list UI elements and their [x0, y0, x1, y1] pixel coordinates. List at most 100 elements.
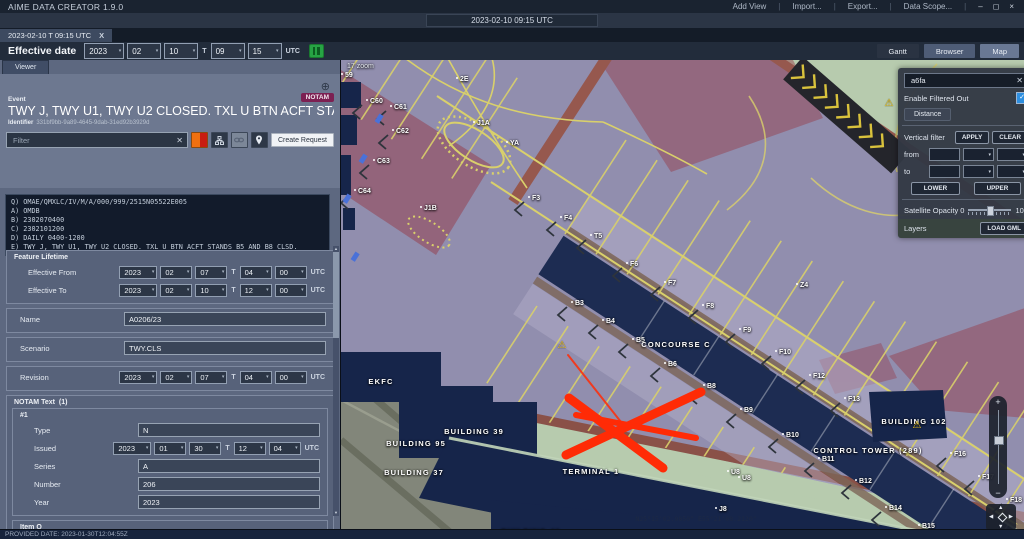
- year-select[interactable]: 2023▾: [119, 371, 157, 384]
- pan-left-icon[interactable]: ◀: [989, 514, 993, 520]
- year-select[interactable]: 2023▾: [119, 284, 157, 297]
- pan-center-icon[interactable]: [997, 512, 1007, 522]
- scenario-input[interactable]: TWY.CLS: [124, 341, 326, 355]
- series-input[interactable]: A: [138, 459, 320, 473]
- map-pan-control[interactable]: ▲ ▼ ◀ ▶: [986, 504, 1016, 530]
- browser-button[interactable]: Browser: [924, 44, 976, 58]
- to-ref-select[interactable]: ▾: [997, 165, 1024, 178]
- dropdown-arrow-icon: ▾: [146, 445, 149, 451]
- map-zoom-control[interactable]: + −: [989, 396, 1007, 498]
- day-select[interactable]: 30▾: [189, 442, 221, 455]
- load-gml-button[interactable]: LOAD GML: [980, 222, 1024, 235]
- type-input[interactable]: N: [138, 423, 320, 437]
- map-button[interactable]: Map: [980, 44, 1019, 58]
- minute-select[interactable]: 00▾: [275, 266, 307, 279]
- pause-button[interactable]: [309, 44, 324, 58]
- day-select[interactable]: 07▾: [195, 266, 227, 279]
- map-label: F16: [950, 451, 966, 458]
- hierarchy-icon[interactable]: [211, 132, 228, 148]
- year-select[interactable]: 2023▾: [113, 442, 151, 455]
- close-icon[interactable]: ×: [1009, 2, 1014, 11]
- effective-from-controls: 2023▾02▾07▾T04▾00▾UTC: [119, 266, 326, 279]
- to-unit-select[interactable]: ▾: [963, 165, 994, 178]
- minute-select[interactable]: 15▾: [248, 43, 282, 59]
- map-label: Z4: [796, 282, 808, 289]
- from-unit-select[interactable]: ▾: [963, 148, 994, 161]
- location-pin-icon[interactable]: [251, 132, 268, 148]
- scroll-down-icon[interactable]: ▼: [333, 510, 339, 516]
- map-label: BUILDING 39: [444, 428, 504, 436]
- month-select[interactable]: 02▾: [160, 266, 192, 279]
- day-select[interactable]: 10▾: [164, 43, 198, 59]
- gantt-button[interactable]: Gantt: [877, 44, 919, 58]
- hour-select[interactable]: 04▾: [240, 266, 272, 279]
- from-ref-select[interactable]: ▾: [997, 148, 1024, 161]
- name-input[interactable]: A0206/23: [124, 312, 326, 326]
- year-input[interactable]: 2023: [138, 495, 320, 509]
- minute-select[interactable]: 04▾: [269, 442, 301, 455]
- create-request-button[interactable]: Create Request: [271, 133, 334, 147]
- month-select[interactable]: 02▾: [160, 371, 192, 384]
- minute-select[interactable]: 00▾: [275, 284, 307, 297]
- day-select[interactable]: 10▾: [195, 284, 227, 297]
- opacity-max-label: 100: [1015, 206, 1024, 215]
- event-card: ⊕ Event NOTAM TWY J, TWY U1, TWY U2 CLOS…: [0, 74, 340, 188]
- map-label: B12: [855, 478, 872, 485]
- satellite-opacity-slider[interactable]: [968, 205, 1011, 215]
- effective-to-controls: 2023▾02▾10▾T12▾00▾UTC: [119, 284, 326, 297]
- filter-clear-icon[interactable]: ✕: [176, 136, 183, 145]
- collapse-circle-icon[interactable]: ⊕: [321, 80, 330, 93]
- severity-flag-icon[interactable]: [191, 132, 208, 148]
- year-select[interactable]: 2023▾: [119, 266, 157, 279]
- hour-select[interactable]: 12▾: [240, 284, 272, 297]
- pan-right-icon[interactable]: ▶: [1009, 514, 1013, 520]
- panel-search-input[interactable]: [909, 75, 1016, 86]
- map-label: B6: [664, 361, 677, 368]
- day-select[interactable]: 07▾: [195, 371, 227, 384]
- maximize-icon[interactable]: ◻: [993, 2, 1000, 11]
- upper-button[interactable]: UPPER: [974, 182, 1022, 195]
- tab-close-icon[interactable]: X: [99, 31, 104, 40]
- clear-button[interactable]: CLEAR: [992, 131, 1024, 144]
- to-value-field[interactable]: .: [929, 165, 960, 178]
- number-input[interactable]: 206: [138, 477, 320, 491]
- menu-data-scope[interactable]: Data Scope...: [900, 2, 956, 11]
- pan-up-icon[interactable]: ▲: [998, 505, 1003, 511]
- month-select[interactable]: 01▾: [154, 442, 186, 455]
- viewer-tab[interactable]: Viewer: [2, 60, 49, 74]
- airport-map[interactable]: 59C60C61C62C63C642EJ1AYAJ1BF3F4T5F6F7F8F…: [341, 60, 1024, 530]
- map-label: B3: [571, 300, 584, 307]
- form-scrollbar[interactable]: ▲ ▼: [333, 246, 339, 516]
- from-value-field[interactable]: .: [929, 148, 960, 161]
- month-select[interactable]: 02▾: [160, 284, 192, 297]
- filter-input[interactable]: [11, 135, 176, 146]
- menu-export[interactable]: Export...: [844, 2, 882, 11]
- link-icon[interactable]: [231, 132, 248, 148]
- hour-select[interactable]: 12▾: [234, 442, 266, 455]
- dropdown-arrow-icon: ▾: [216, 445, 219, 451]
- year-select[interactable]: 2023▾: [84, 43, 124, 59]
- menu-import[interactable]: Import...: [788, 2, 825, 11]
- month-select[interactable]: 02▾: [127, 43, 161, 59]
- minute-select[interactable]: 00▾: [275, 371, 307, 384]
- lower-button[interactable]: LOWER: [911, 182, 960, 195]
- zoom-slider-handle[interactable]: [994, 436, 1004, 445]
- zoom-in-icon[interactable]: +: [989, 397, 1007, 407]
- notam-text-count: (1): [59, 399, 68, 406]
- minimize-icon[interactable]: –: [978, 2, 982, 11]
- zoom-out-icon[interactable]: −: [989, 488, 1007, 498]
- map-label: F4: [560, 215, 572, 222]
- apply-button[interactable]: APPLY: [955, 131, 989, 144]
- session-tab[interactable]: 2023-02-10 T 09:15 UTC X: [0, 29, 112, 42]
- distance-button[interactable]: Distance: [904, 108, 951, 121]
- menu-add-view[interactable]: Add View: [729, 2, 771, 11]
- panel-search-clear-icon[interactable]: ✕: [1016, 76, 1023, 85]
- enable-filtered-out-checkbox[interactable]: ✓: [1016, 92, 1024, 104]
- notam-text-header: NOTAM Text: [14, 399, 55, 406]
- hour-select[interactable]: 09▾: [211, 43, 245, 59]
- slider-handle[interactable]: [987, 206, 994, 216]
- feature-lifetime-group: Feature Lifetime Effective From 2023▾02▾…: [6, 250, 334, 304]
- hour-select[interactable]: 04▾: [240, 371, 272, 384]
- map-label: C61: [390, 104, 407, 111]
- scrollbar-thumb[interactable]: [333, 252, 339, 338]
